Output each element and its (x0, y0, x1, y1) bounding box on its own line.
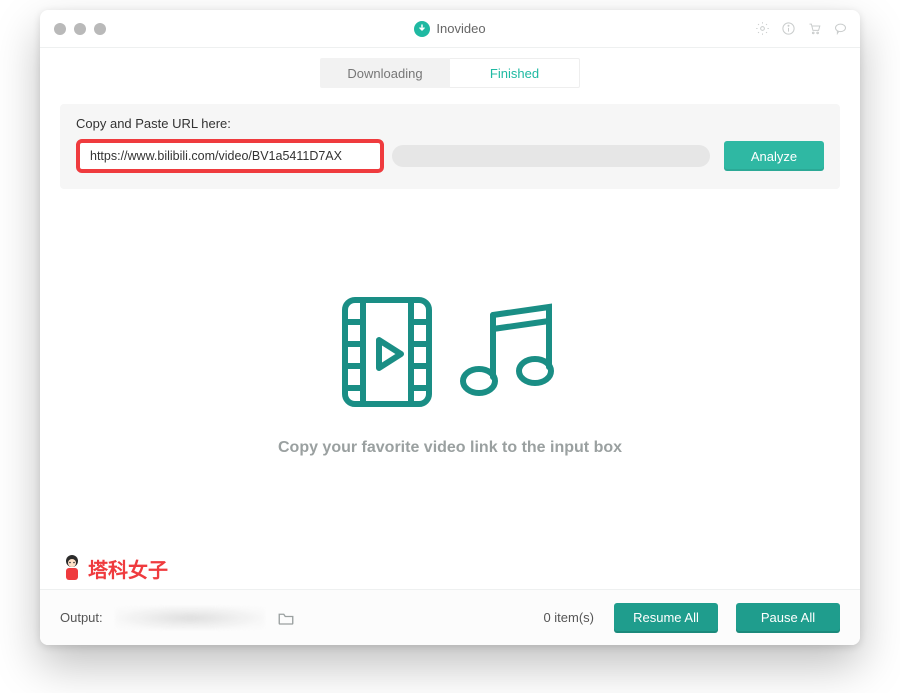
main-area: Copy your favorite video link to the inp… (40, 189, 860, 589)
music-note-icon (453, 297, 563, 412)
app-logo-icon (414, 21, 430, 37)
tab-downloading[interactable]: Downloading (320, 58, 450, 88)
folder-icon[interactable] (277, 609, 295, 627)
minimize-dot[interactable] (74, 23, 86, 35)
items-count: 0 item(s) (543, 610, 594, 625)
watermark-girl-icon (60, 553, 84, 583)
url-input[interactable] (80, 143, 380, 169)
app-window: Inovideo Downloading Finished Copy and P… (40, 10, 860, 645)
title-center: Inovideo (40, 21, 860, 37)
empty-illustration (337, 292, 563, 417)
titlebar-icons (754, 21, 848, 37)
film-icon (337, 292, 437, 417)
empty-hint: Copy your favorite video link to the inp… (278, 439, 622, 457)
info-icon[interactable] (780, 21, 796, 37)
url-label: Copy and Paste URL here: (76, 116, 824, 131)
watermark-text: 塔科女子 (88, 554, 168, 583)
close-dot[interactable] (54, 23, 66, 35)
output-path-blurred (115, 606, 265, 630)
chat-icon[interactable] (832, 21, 848, 37)
bottom-bar: Output: 0 item(s) Resume All Pause All (40, 589, 860, 645)
cart-icon[interactable] (806, 21, 822, 37)
zoom-dot[interactable] (94, 23, 106, 35)
app-name: Inovideo (436, 21, 485, 36)
titlebar: Inovideo (40, 10, 860, 48)
analyze-button[interactable]: Analyze (724, 141, 824, 171)
window-controls (54, 23, 106, 35)
tabs-row: Downloading Finished (40, 48, 860, 98)
tabs: Downloading Finished (320, 58, 580, 88)
tab-finished[interactable]: Finished (450, 58, 580, 88)
url-row: Analyze (76, 139, 824, 173)
url-remainder (392, 145, 710, 167)
url-panel: Copy and Paste URL here: Analyze (60, 104, 840, 189)
url-highlight-box (76, 139, 384, 173)
resume-all-button[interactable]: Resume All (614, 603, 718, 633)
pause-all-button[interactable]: Pause All (736, 603, 840, 633)
watermark: 塔科女子 (60, 553, 168, 583)
gear-icon[interactable] (754, 21, 770, 37)
output-label: Output: (60, 610, 103, 625)
